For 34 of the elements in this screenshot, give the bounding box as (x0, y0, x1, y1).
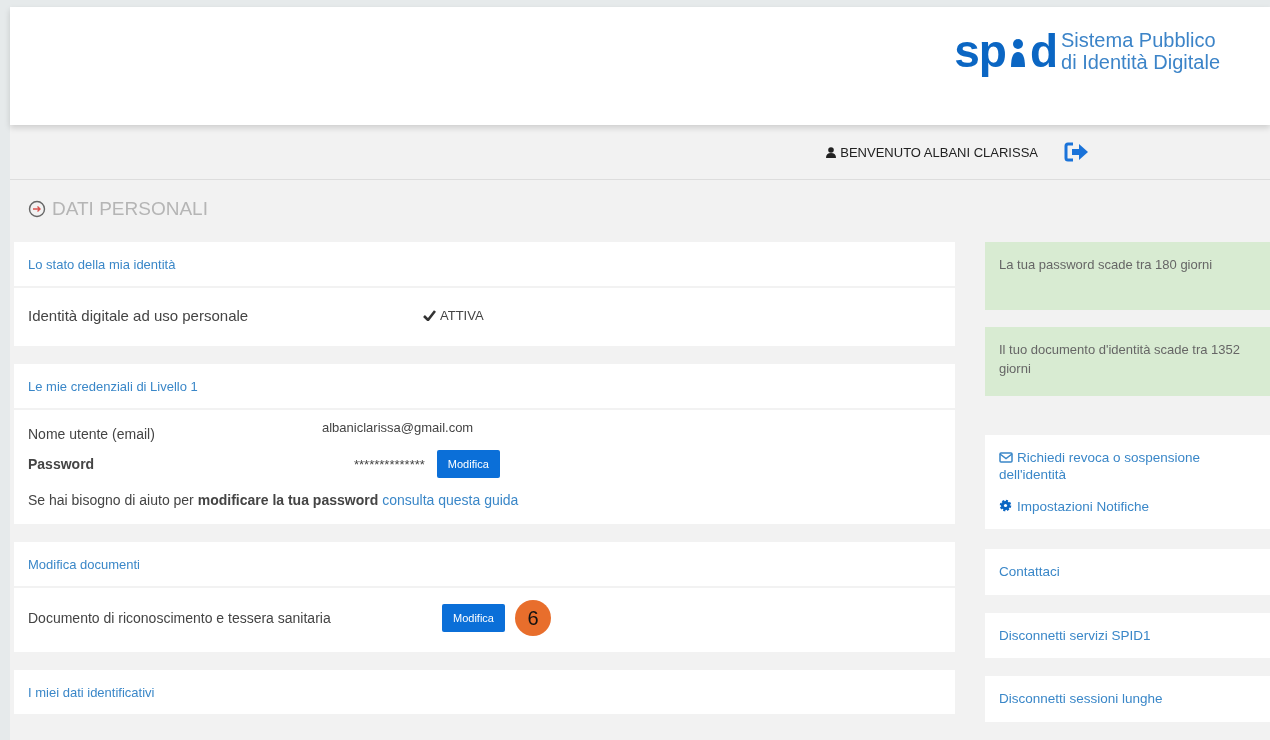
card-title: I miei dati identificativi (28, 685, 155, 701)
help-text: Se hai bisogno di aiuto per modificare la tua password consulta questa guida (28, 492, 520, 509)
arrow-circle-icon (28, 200, 46, 219)
action-link[interactable]: Richiedi revoca o sospensione dell'identità (999, 448, 1256, 484)
email-value: albaniclarissa@gmail.com (322, 419, 474, 435)
settings-icon (999, 498, 1012, 512)
card-title: Le mie credenziali di Livello 1 (28, 379, 198, 395)
link-card[interactable]: Disconnetti servizi SPID1 (985, 612, 1270, 659)
action-link[interactable]: Impostazioni Notifiche (999, 497, 1256, 516)
menu-link[interactable]: Disconnetti servizi SPID1 (999, 626, 1256, 645)
password-value: ************** (354, 456, 425, 472)
status-value: ATTIVA (440, 307, 484, 323)
guide-link[interactable]: consulta questa guida (382, 492, 519, 509)
link-card[interactable]: Contattaci (985, 549, 1270, 595)
edit-button[interactable]: Modifica (436, 450, 500, 479)
notice-message: Il tuo documento d'identità scade tra 1352 giorni (985, 327, 1270, 396)
card-title: Lo stato della mia identità (28, 257, 176, 273)
card-title: Modifica documenti (28, 557, 140, 573)
row-label: Nome utente (email) (28, 426, 156, 443)
notice-message: La tua password scade tra 180 giorni (985, 242, 1270, 311)
person-icon (826, 146, 837, 158)
row-label: Password (28, 456, 96, 473)
welcome-text: BENVENUTO ALBANI CLARISSA (840, 144, 1038, 160)
page-title: DATI PERSONALI (52, 198, 208, 221)
row-label: Identità digitale ad uso personale (28, 306, 250, 324)
edit-button[interactable]: Modifica (442, 604, 505, 633)
step-badge: 6 (514, 600, 551, 637)
menu-link[interactable]: Disconnetti sessioni lunghe (999, 690, 1256, 708)
menu-link[interactable]: Contattaci (999, 563, 1256, 581)
envelope-icon (999, 451, 1013, 463)
check-icon (423, 309, 436, 321)
logout-icon[interactable] (1064, 142, 1090, 163)
row-label: Documento di riconoscimento e tessera sanitaria (28, 610, 332, 627)
link-card[interactable]: Disconnetti sessioni lunghe (985, 676, 1270, 722)
